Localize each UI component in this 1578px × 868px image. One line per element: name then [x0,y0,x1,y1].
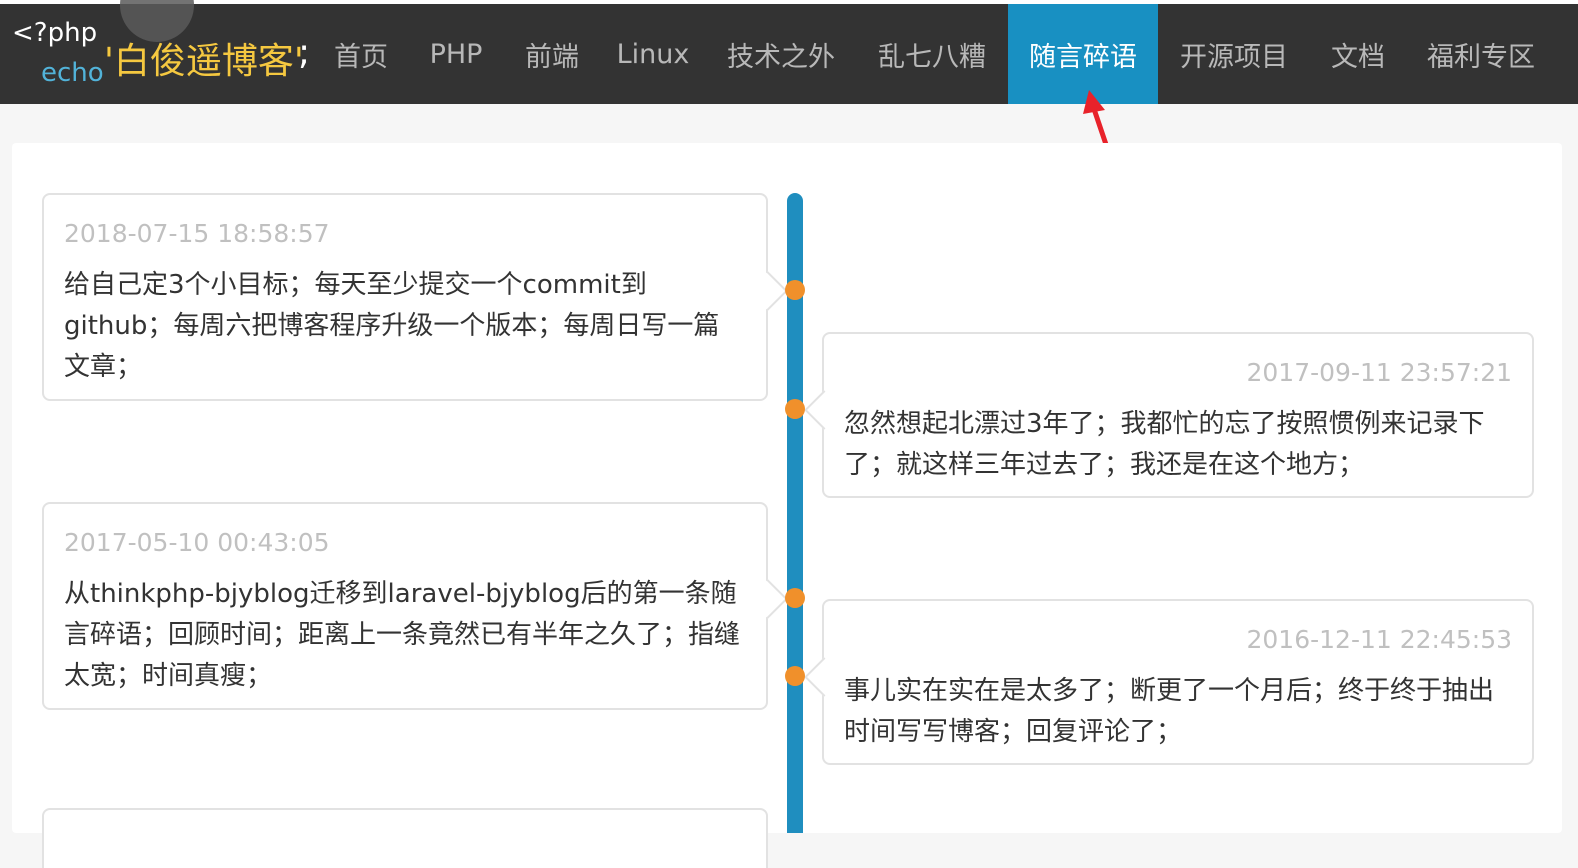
nav-item-open-source[interactable]: 开源项目 [1162,4,1306,104]
entry-timestamp: 2016-12-11 22:45:53 [1246,625,1512,654]
entry-text: 忽然想起北漂过3年了；我都忙的忘了按照惯例来记录下了；就这样三年过去了；我还是在… [844,409,1485,480]
logo-php-text[interactable]: <?php [12,18,97,48]
nav-item-frontend[interactable]: 前端 [508,4,596,104]
nav-item-welfare[interactable]: 福利专区 [1410,4,1552,104]
nav-item-php[interactable]: PHP [410,4,502,104]
timeline-dot [785,588,805,608]
entry-timestamp: 2017-05-10 00:43:05 [64,528,330,557]
nav-item-home[interactable]: 首页 [318,4,404,104]
entry-text: 从thinkphp-bjyblog迁移到laravel-bjyblog后的第一条… [64,579,741,691]
nav-item-linux[interactable]: Linux [602,4,704,104]
logo-echo-text[interactable]: echo [41,58,104,88]
timeline-entry-card: 2017-05-10 00:43:05 从thinkphp-bjyblog迁移到… [42,502,768,710]
timeline-dot [785,280,805,300]
timeline-dot [785,666,805,686]
nav-item-beyond-tech[interactable]: 技术之外 [710,4,852,104]
timeline-entry-card-partial [42,808,768,868]
timeline-entry-card: 2016-12-11 22:45:53 事儿实在实在是太多了；断更了一个月后；终… [822,599,1534,765]
entry-text: 给自己定3个小目标；每天至少提交一个commit到github；每周六把博客程序… [64,270,720,382]
nav-item-docs[interactable]: 文档 [1312,4,1404,104]
entry-timestamp: 2017-09-11 23:57:21 [1246,358,1512,387]
timeline-entry-card: 2017-09-11 23:57:21 忽然想起北漂过3年了；我都忙的忘了按照惯… [822,332,1534,498]
nav-item-misc[interactable]: 乱七八糟 [858,4,1006,104]
entry-timestamp: 2018-07-15 18:58:57 [64,219,330,248]
logo-semicolon: ; [298,32,311,73]
entry-text: 事儿实在实在是太多了；断更了一个月后；终于终于抽出时间写写博客；回复评论了； [844,676,1495,747]
timeline-dot [785,399,805,419]
top-navbar: <?php echo '白俊遥博客' ; 首页 PHP 前端 Linux 技术之… [0,0,1578,104]
timeline-entry-card: 2018-07-15 18:58:57 给自己定3个小目标；每天至少提交一个co… [42,193,768,401]
logo-blog-name[interactable]: '白俊遥博客' [104,32,304,84]
